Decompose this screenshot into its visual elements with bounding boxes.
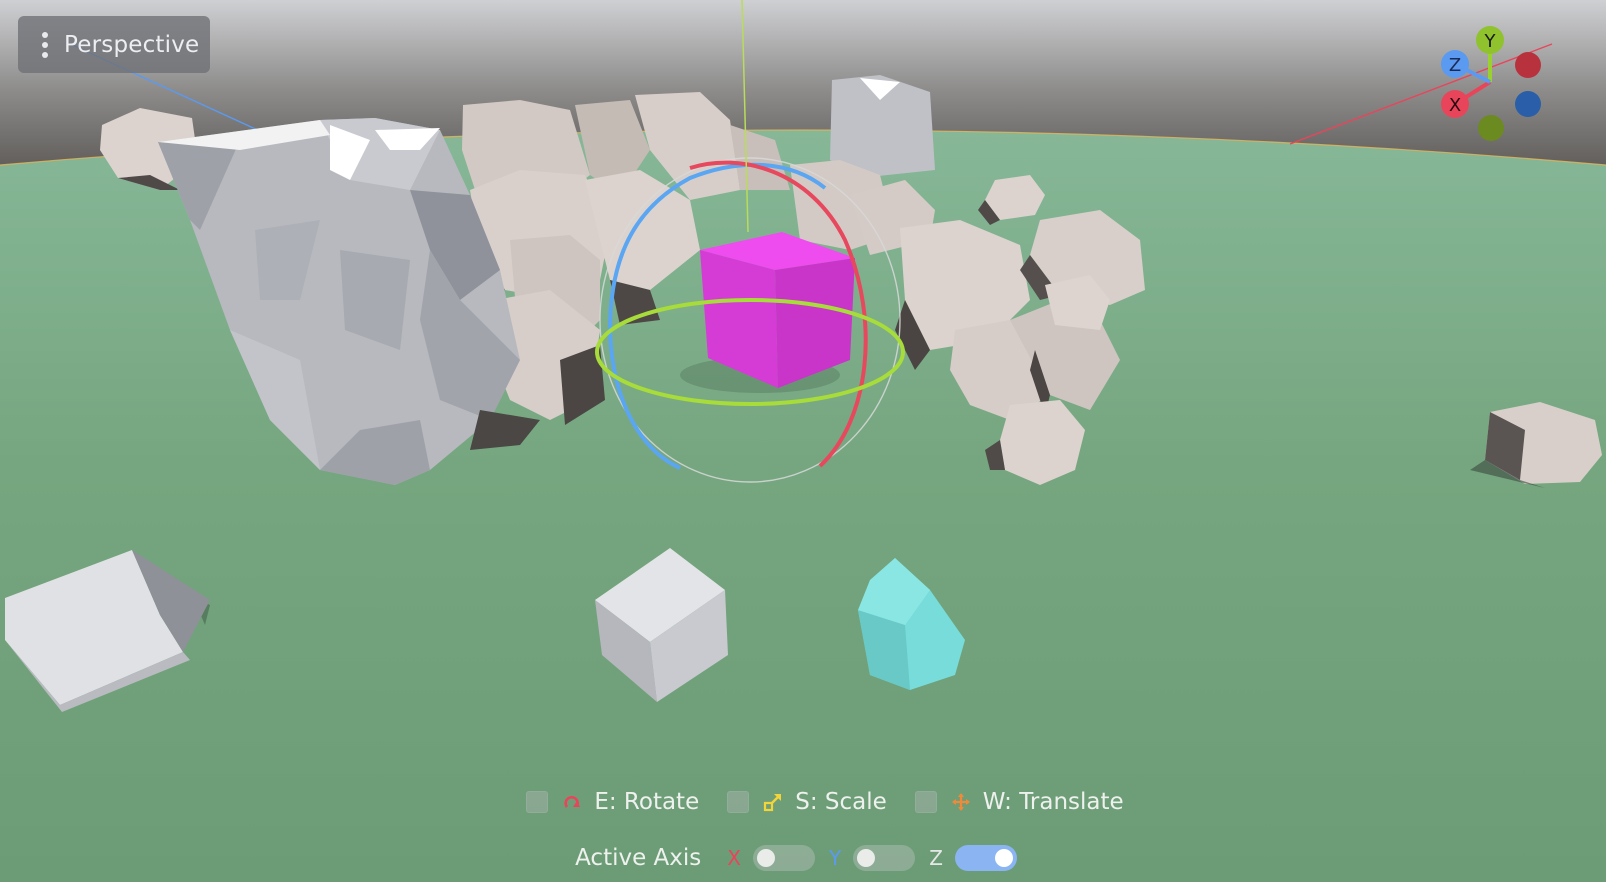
- switch-knob: [857, 849, 876, 867]
- translate-label: W: Translate: [982, 789, 1124, 815]
- scale-checkbox[interactable]: [727, 791, 750, 813]
- axis-x-label: X: [727, 846, 741, 870]
- axis-x-toggle[interactable]: X: [727, 845, 815, 871]
- svg-text:Z: Z: [1449, 55, 1461, 76]
- axis-z-switch[interactable]: [954, 845, 1017, 871]
- scale-label: S: Scale: [795, 789, 887, 815]
- scale-tool[interactable]: S: Scale: [727, 789, 887, 815]
- translate-icon: [951, 793, 970, 811]
- view-menu-button[interactable]: Perspective: [18, 16, 210, 73]
- active-axis-title: Active Axis: [575, 845, 702, 871]
- axis-x-switch[interactable]: [752, 845, 815, 871]
- scene-canvas[interactable]: [0, 0, 1606, 882]
- kebab-menu-icon: [42, 31, 48, 58]
- active-axis-bar: Active Axis X Y Z: [0, 836, 1606, 880]
- 3d-viewport[interactable]: Perspective Y Z X E: Rotate S: Scale W: …: [0, 0, 1606, 882]
- gizmo-neg-z-handle[interactable]: [1515, 91, 1541, 117]
- gizmo-neg-x-handle[interactable]: [1515, 52, 1541, 78]
- switch-knob: [756, 849, 775, 867]
- axis-gizmo[interactable]: Y Z X: [1440, 22, 1580, 152]
- rotate-tool[interactable]: E: Rotate: [526, 789, 699, 815]
- scale-icon: [764, 794, 782, 812]
- rotate-icon: [564, 795, 581, 808]
- rotate-label: E: Rotate: [594, 789, 700, 815]
- gizmo-neg-y-handle[interactable]: [1478, 115, 1504, 141]
- axis-z-toggle[interactable]: Z: [929, 845, 1017, 871]
- gizmo-x-handle[interactable]: X: [1441, 90, 1469, 118]
- svg-text:Y: Y: [1484, 31, 1497, 52]
- transform-toolbar: E: Rotate S: Scale W: Translate: [0, 780, 1606, 824]
- axis-z-label: Z: [929, 846, 943, 870]
- axis-y-toggle[interactable]: Y: [828, 845, 916, 871]
- svg-text:X: X: [1449, 95, 1461, 116]
- switch-knob: [994, 849, 1013, 867]
- view-mode-label: Perspective: [64, 31, 200, 58]
- gizmo-z-handle[interactable]: Z: [1441, 50, 1469, 78]
- translate-tool[interactable]: W: Translate: [914, 789, 1124, 815]
- gizmo-y-handle[interactable]: Y: [1476, 26, 1504, 54]
- axis-y-switch[interactable]: [853, 845, 916, 871]
- axis-y-label: Y: [828, 846, 842, 870]
- rotate-checkbox[interactable]: [526, 791, 549, 813]
- translate-checkbox[interactable]: [914, 791, 937, 813]
